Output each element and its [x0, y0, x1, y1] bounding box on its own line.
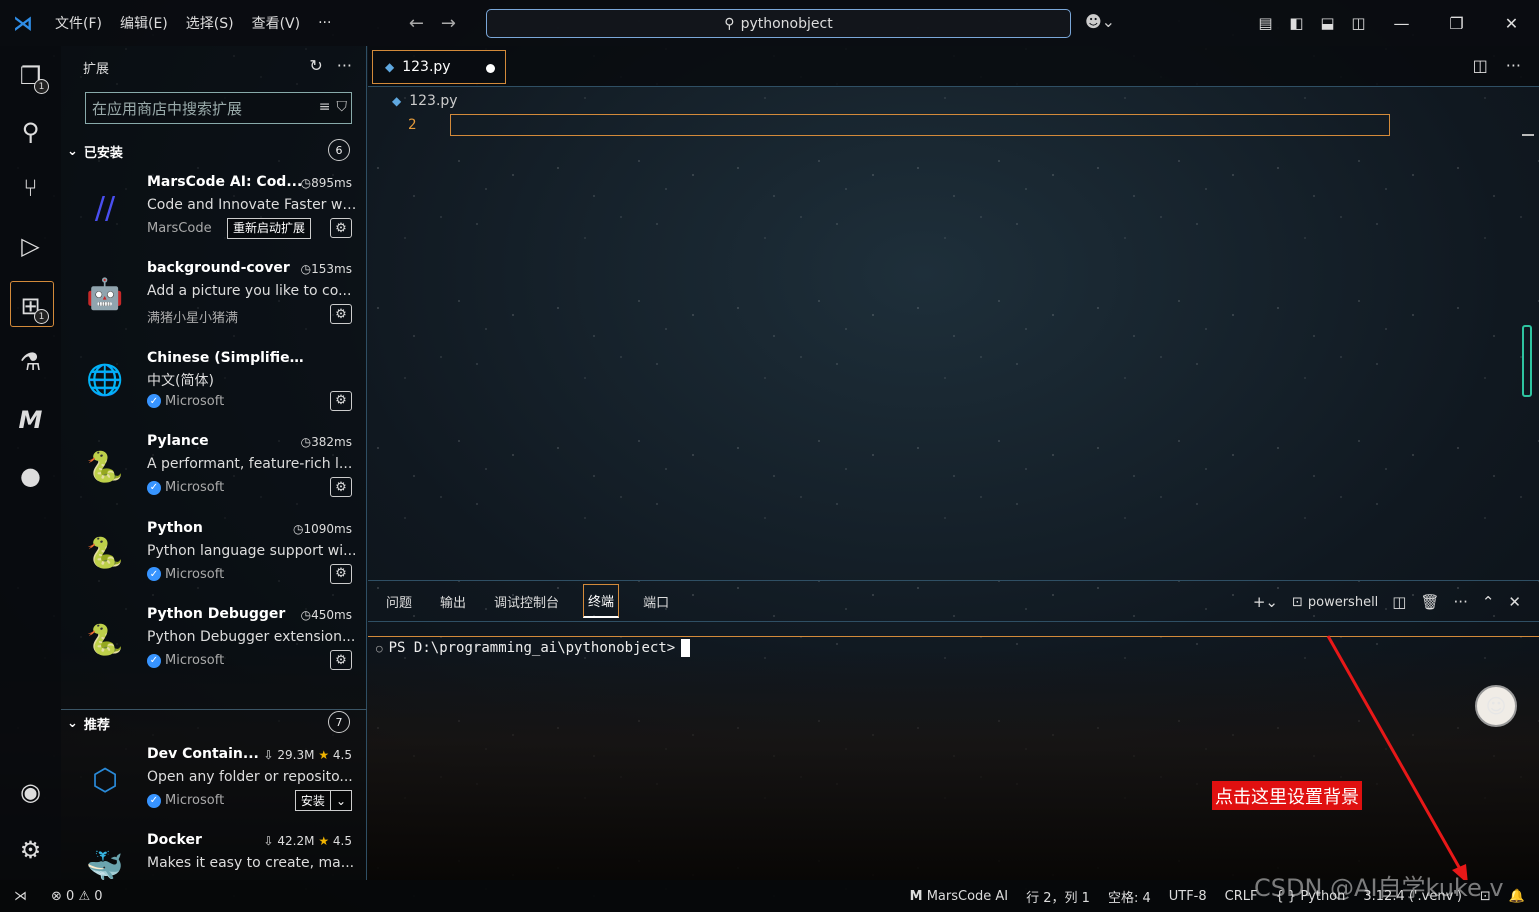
annotation-arrow — [1326, 635, 1468, 884]
eol[interactable]: CRLF — [1225, 889, 1258, 904]
watermark: CSDN @AI自学kuke v — [1254, 874, 1504, 902]
error-count: 0 — [66, 888, 75, 904]
warning-icon: ⚠ — [78, 888, 91, 904]
error-icon: ⊗ — [51, 888, 62, 904]
marscode-status-label: MarsCode AI — [926, 888, 1009, 904]
warning-count: 0 — [94, 888, 103, 904]
remote-icon[interactable]: ⋊ — [14, 889, 27, 904]
marscode-status[interactable]: M MarsCode AI — [910, 889, 1009, 904]
encoding[interactable]: UTF-8 — [1169, 889, 1207, 904]
indentation[interactable]: 空格: 4 — [1108, 887, 1151, 906]
problems-status[interactable]: ⊗ 0 ⚠ 0 — [51, 889, 103, 904]
cursor-position[interactable]: 行 2，列 1 — [1026, 887, 1090, 906]
notifications-icon[interactable]: 🔔 — [1509, 889, 1525, 904]
